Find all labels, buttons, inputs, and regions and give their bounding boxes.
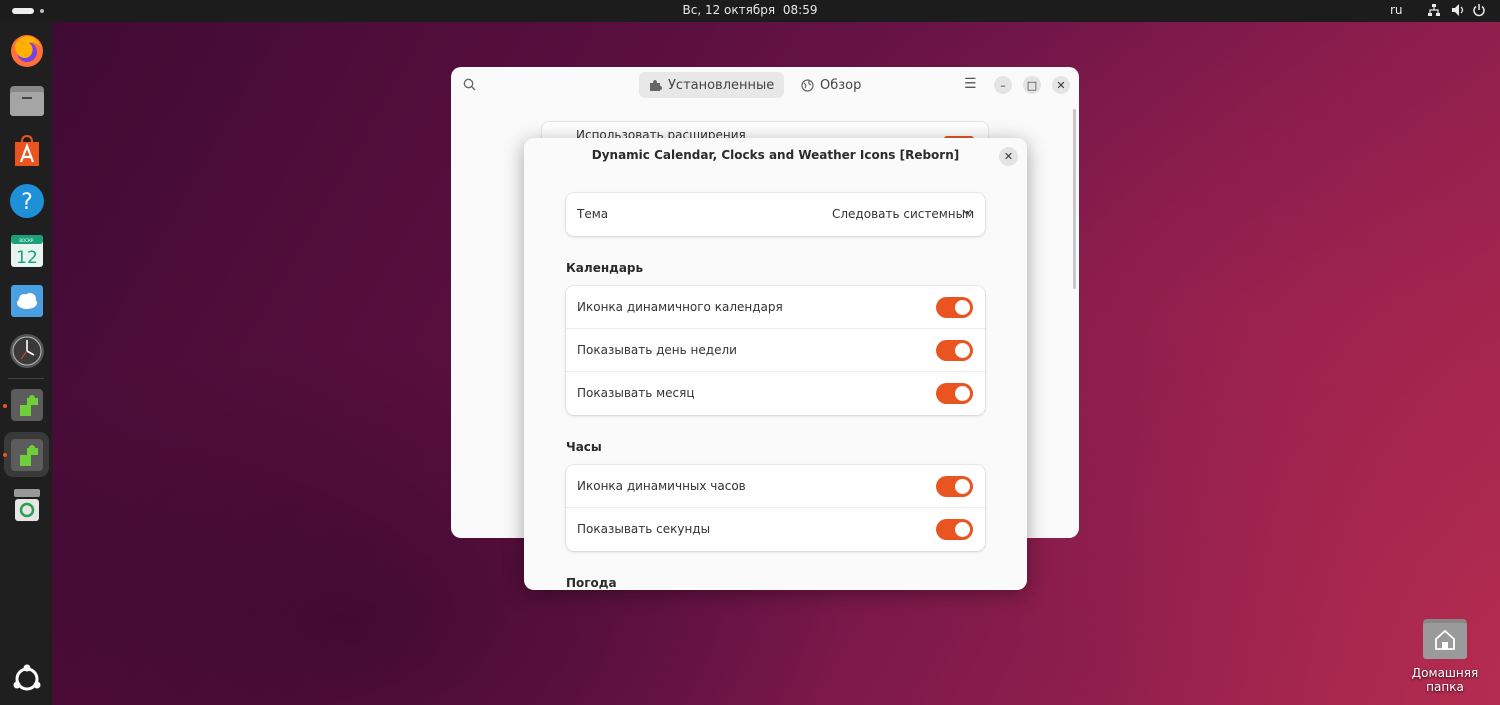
power-icon[interactable] [1472,3,1486,17]
scrollbar[interactable] [1073,109,1076,289]
dock-trash[interactable] [8,486,46,524]
puzzle-icon [11,439,43,471]
svg-text:?: ? [21,190,33,215]
setting-row: Показывать месяц [566,372,985,415]
setting-label: Показывать секунды [577,522,711,536]
folder-icon [10,86,44,116]
dock-clocks[interactable] [8,332,46,370]
svg-text:ВОСКР.: ВОСКР. [19,238,34,243]
setting-label: Показывать месяц [577,386,695,400]
theme-card: Тема Следовать системным [566,193,985,236]
home-folder-icon[interactable] [1423,617,1467,659]
dock: ? ВОСКР. 12 [0,22,52,705]
time-text: 08:59 [782,3,818,17]
setting-label: Показывать день недели [577,343,737,357]
dock-separator [8,378,44,379]
dock-show-apps[interactable] [8,660,46,698]
dock-extensions[interactable] [8,386,46,424]
dock-firefox[interactable] [8,32,46,70]
chevron-down-icon[interactable] [962,207,972,217]
help-icon: ? [10,184,44,218]
dock-extension-manager[interactable] [8,436,46,474]
maximize-button[interactable]: □ [1023,76,1041,94]
date-text: Вс, 12 октября [682,3,776,17]
clock[interactable]: Вс, 12 октября 08:59 [0,3,1500,17]
preferences-dialog: Dynamic Calendar, Clocks and Weather Ico… [524,138,1027,590]
dock-app-center[interactable] [8,132,46,170]
network-icon[interactable] [1427,3,1441,17]
dialog-title: Dynamic Calendar, Clocks and Weather Ico… [591,148,960,162]
theme-value[interactable]: Следовать системным [832,207,974,221]
firefox-icon [11,35,43,67]
clock-section-title: Часы [566,440,602,454]
clock-card: Иконка динамичных часов Показывать секун… [566,465,985,551]
dock-calendar[interactable]: ВОСКР. 12 [8,232,46,270]
keyboard-layout-indicator[interactable]: ru [1390,3,1403,17]
tab-installed[interactable]: Установленные [639,72,785,98]
search-icon[interactable] [463,78,476,91]
setting-label: Иконка динамичных часов [577,479,746,493]
show-weekday-toggle[interactable] [936,340,973,361]
dock-help[interactable]: ? [8,182,46,220]
dock-weather[interactable] [8,282,46,320]
weather-section-title: Погода [566,576,617,590]
clock-icon [10,334,44,368]
running-indicator [3,453,7,457]
tab-browse[interactable]: Обзор [791,72,871,98]
setting-label: Иконка динамичного календаря [577,300,783,314]
theme-row[interactable]: Тема Следовать системным [566,193,985,236]
trash-icon [14,489,40,521]
globe-icon [801,78,814,92]
close-button[interactable]: ✕ [1052,76,1070,94]
running-indicator [3,404,7,408]
setting-row: Показывать секунды [566,508,985,551]
ubuntu-icon [13,664,41,691]
puzzle-icon [650,79,662,91]
setting-row: Иконка динамичных часов [566,465,985,508]
calendar-section-title: Календарь [566,261,644,275]
svg-text:12: 12 [16,248,38,268]
tab-label: Обзор [820,77,862,93]
dynamic-clock-toggle[interactable] [936,476,973,497]
volume-icon[interactable] [1451,3,1465,17]
app-center-icon [15,134,39,166]
tab-label: Установленные [668,77,775,93]
calendar-icon: ВОСКР. 12 [11,235,43,268]
puzzle-icon [11,389,43,421]
dialog-close-button[interactable]: ✕ [999,147,1018,166]
show-seconds-toggle[interactable] [936,519,973,540]
setting-row: Иконка динамичного календаря [566,286,985,329]
calendar-card: Иконка динамичного календаря Показывать … [566,286,985,415]
weather-icon [11,285,43,317]
show-month-toggle[interactable] [936,383,973,404]
home-folder-label[interactable]: Домашняя папка [1395,666,1495,694]
setting-row: Показывать день недели [566,329,985,372]
theme-label: Тема [577,207,609,221]
top-bar: Вс, 12 октября 08:59 ru [0,0,1500,22]
dock-files[interactable] [8,82,46,120]
main-menu-icon[interactable]: ☰ [964,76,977,92]
minimize-button[interactable]: – [994,76,1012,94]
dynamic-calendar-toggle[interactable] [936,297,973,318]
